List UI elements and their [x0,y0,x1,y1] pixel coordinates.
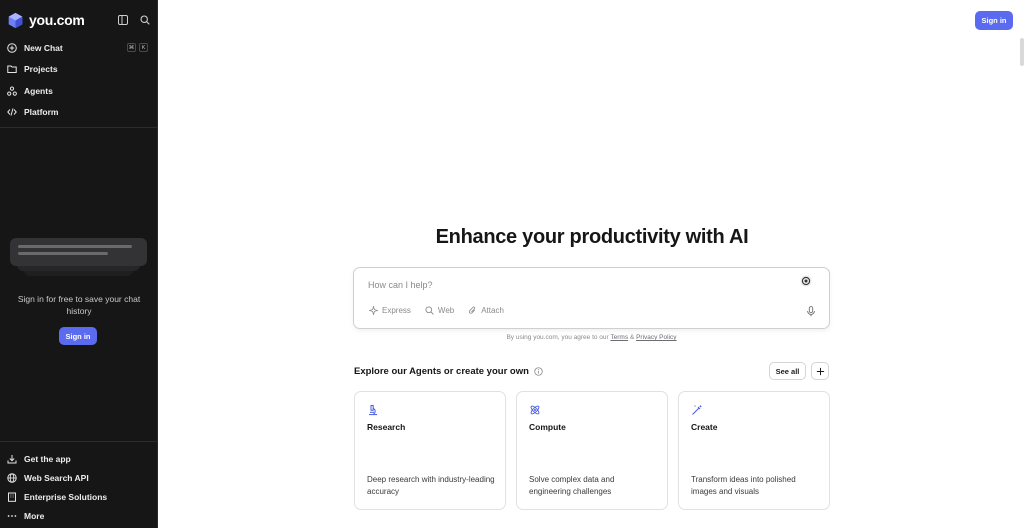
create-agent-button[interactable] [811,362,829,380]
you-logo-icon[interactable] [7,12,24,29]
scrollbar[interactable] [1020,38,1024,66]
search-icon [425,306,434,315]
sidebar-item-label: Agents [24,85,53,96]
page-title: Enhance your productivity with AI [435,226,749,248]
building-icon [7,492,17,502]
magic-wand-icon [692,404,702,415]
sidebar-item-label: Web Search API [24,472,89,483]
sidebar-item-agents[interactable]: Agents [0,80,158,102]
express-label: Express [382,306,411,315]
sidebar-item-platform[interactable]: Platform [0,102,158,124]
download-icon [7,454,17,464]
chat-box: Express Web Attach [353,267,830,329]
sidebar-item-new-chat[interactable]: New Chat ⌘ K [0,37,158,59]
agent-card-create[interactable]: Create Transform ideas into polished ima… [678,391,830,510]
logo-row: you.com [7,11,151,29]
model-selector-icon[interactable] [800,275,812,287]
terms-amp: & [628,334,637,341]
explore-heading: Explore our Agents or create your own [354,366,543,377]
paperclip-icon [468,306,477,315]
agents-icon [7,86,17,96]
attach-label: Attach [481,306,504,315]
chat-history-placeholder [10,238,147,278]
sidebar-item-label: New Chat [24,42,63,53]
plus-icon [816,367,824,375]
sidebar-item-label: Get the app [24,453,71,464]
see-all-button[interactable]: See all [769,362,806,380]
sidebar-item-label: More [24,510,45,521]
sidebar-item-get-app[interactable]: Get the app [0,449,158,468]
terms-prefix: By using you.com, you agree to our [506,334,611,341]
sidebar-bottom-nav: Get the app Web Search API Enterprise So… [0,449,158,525]
shortcut-hint: ⌘ K [127,43,148,53]
header-signin-button[interactable]: Sign in [975,11,1013,30]
web-label: Web [437,306,455,315]
info-icon[interactable] [534,367,543,376]
folder-icon [7,64,17,74]
express-mode-button[interactable]: Express [369,306,411,315]
k-key: K [139,43,148,53]
more-icon [7,511,17,521]
command-key: ⌘ [127,43,136,53]
card-description: Deep research with industry-leading accu… [367,475,495,496]
sidebar-signin-button[interactable]: Sign in [59,327,97,345]
sidebar-divider [0,441,158,442]
privacy-policy-link[interactable]: Privacy Policy [636,334,676,341]
agent-card-compute[interactable]: Compute Solve complex data and engineeri… [516,391,668,510]
sidebar-item-enterprise[interactable]: Enterprise Solutions [0,487,158,506]
sparkle-icon [369,306,378,315]
card-title: Create [691,422,718,432]
sidebar-divider [0,127,158,128]
sidebar-toggle-icon[interactable] [117,14,129,26]
agent-card-research[interactable]: Research Deep research with industry-lea… [354,391,506,510]
card-title: Research [367,422,406,432]
sidebar-item-label: Enterprise Solutions [24,491,108,502]
sidebar-item-label: Projects [24,64,58,75]
terms-link[interactable]: Terms [610,334,628,341]
sidebar: you.com New Chat ⌘ K Projects Agents Pla… [0,0,158,528]
sidebar-item-web-search-api[interactable]: Web Search API [0,468,158,487]
microphone-icon[interactable] [806,306,816,317]
card-description: Solve complex data and engineering chall… [529,475,615,496]
web-mode-button[interactable]: Web [425,306,454,315]
atom-icon [530,405,540,415]
globe-icon [7,472,17,483]
card-description: Transform ideas into polished images and… [691,475,796,496]
plus-circle-icon [7,42,17,53]
terms-notice: By using you.com, you agree to our Terms… [353,334,830,341]
chat-tools: Express Web Attach [369,306,504,315]
logo-text[interactable]: you.com [29,12,85,28]
attach-button[interactable]: Attach [468,306,504,315]
explore-title-text: Explore our Agents or create your own [354,366,529,377]
chat-input[interactable] [368,278,788,292]
search-icon[interactable] [139,14,151,26]
sidebar-nav: New Chat ⌘ K Projects Agents Platform [0,37,158,123]
signin-prompt: Sign in for free to save your chat histo… [17,294,141,316]
sidebar-item-label: Platform [24,107,59,118]
code-icon [7,107,17,117]
microscope-icon [369,405,377,416]
card-title: Compute [529,422,566,432]
sidebar-item-more[interactable]: More [0,506,158,525]
sidebar-item-projects[interactable]: Projects [0,59,158,81]
